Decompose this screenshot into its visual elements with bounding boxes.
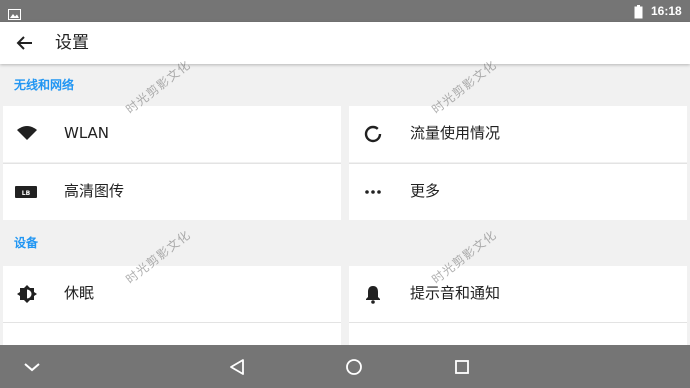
lb-badge-icon: LB [15, 181, 39, 203]
tile-label-sleep: 休眠 [64, 284, 95, 302]
section-header-device: 设备 [0, 222, 690, 264]
tile-hd-transmission[interactable]: LB 高清图传 [3, 164, 341, 220]
brightness-icon [15, 283, 39, 305]
data-usage-icon [361, 123, 385, 145]
section-title-device: 设备 [14, 236, 39, 250]
nav-back-icon [230, 358, 244, 375]
bell-icon [361, 283, 385, 305]
back-arrow-icon [16, 36, 32, 50]
tile-label-hd-transmission: 高清图传 [64, 182, 125, 200]
more-dots-icon [361, 181, 385, 203]
nav-home-icon [346, 358, 362, 375]
status-bar: 16:18 [0, 0, 690, 22]
wifi-icon [15, 123, 39, 145]
section-header-wireless: 无线和网络 [0, 64, 690, 106]
battery-icon [634, 4, 643, 23]
tile-label-sound-notification: 提示音和通知 [410, 284, 501, 302]
tile-sleep[interactable]: 休眠 [3, 266, 341, 322]
hide-keyboard-button[interactable] [10, 345, 54, 388]
status-time: 16:18 [651, 4, 682, 18]
tile-label-wlan: WLAN [64, 124, 110, 142]
back-button[interactable] [12, 31, 38, 55]
nav-home-button[interactable] [332, 345, 376, 388]
tile-more[interactable]: 更多 [349, 164, 687, 220]
page-title: 设置 [55, 33, 89, 53]
chevron-down-icon [24, 362, 40, 371]
tile-label-more: 更多 [410, 182, 441, 200]
nav-recents-icon [455, 359, 469, 374]
tile-label-data-usage: 流量使用情况 [410, 124, 501, 142]
tile-wlan[interactable]: WLAN [3, 106, 341, 162]
nav-back-button[interactable] [215, 345, 259, 388]
tile-partial-left[interactable] [3, 323, 341, 345]
svg-text:LB: LB [22, 190, 31, 197]
app-bar: 设置 [0, 22, 690, 64]
nav-recents-button[interactable] [440, 345, 484, 388]
tile-partial-right[interactable] [349, 323, 687, 345]
tile-sound-notification[interactable]: 提示音和通知 [349, 266, 687, 322]
section-title-wireless: 无线和网络 [14, 78, 75, 92]
tile-data-usage[interactable]: 流量使用情况 [349, 106, 687, 162]
navigation-bar [0, 345, 690, 388]
